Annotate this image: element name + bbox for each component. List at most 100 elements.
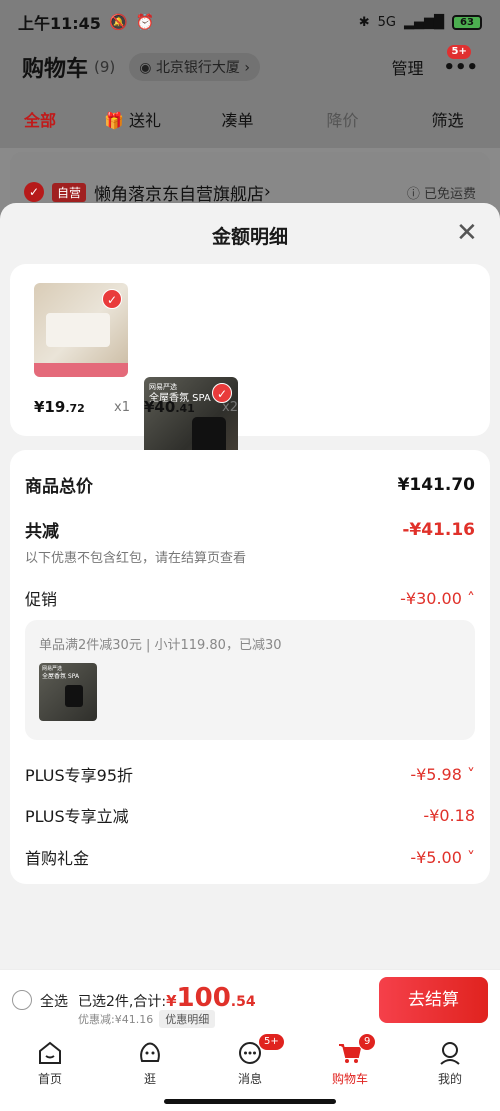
total-label: 商品总价 bbox=[25, 477, 93, 497]
promo-description: 单品满2件减30元 | 小计119.80，已减30 bbox=[39, 638, 282, 653]
discount-note: 以下优惠不包含红包，请在结算页查看 bbox=[25, 551, 247, 566]
mute-icon: 🔕 bbox=[108, 13, 128, 31]
promo-thumb-brand: 网易严选 bbox=[42, 666, 63, 672]
firstbuy-value: -¥5.00 ˅ bbox=[410, 848, 475, 867]
messages-badge: 5+ bbox=[258, 1033, 285, 1051]
discount-value: -¥41.16 bbox=[402, 519, 475, 540]
discount-label: 共减 bbox=[25, 522, 59, 542]
home-icon bbox=[39, 1041, 61, 1064]
self-operated-tag: 自营 bbox=[52, 182, 87, 202]
location-label: 北京银行大厦 bbox=[155, 60, 240, 76]
product-1-box bbox=[46, 313, 110, 347]
tab-messages-label: 消息 bbox=[237, 1072, 262, 1086]
shipping-status: ⓘ 已免运费 bbox=[406, 186, 476, 202]
promo-thumb-title: 全屋香氛 SPA bbox=[42, 673, 80, 680]
promo-detail-box: 单品满2件减30元 | 小计119.80，已减30 网易严选 全屋香氛 SPA bbox=[25, 620, 475, 740]
manage-button[interactable]: 管理 bbox=[391, 55, 423, 79]
chevron-down-icon: ˅ bbox=[461, 764, 475, 784]
discount-text: 优惠减:¥41.16 bbox=[78, 1013, 154, 1026]
filter-gift[interactable]: 🎁 送礼 bbox=[80, 107, 185, 131]
cart-count: (9) bbox=[94, 58, 116, 76]
select-all-label[interactable]: 全选 bbox=[40, 991, 68, 1011]
network-label: 5G bbox=[377, 14, 396, 30]
filter-pricedrop[interactable]: 降价 bbox=[290, 107, 395, 131]
product-2-price: ¥40.41 bbox=[144, 398, 195, 416]
product-2-qty: x2 bbox=[222, 400, 238, 415]
discount-summary: 优惠减:¥41.16 优惠明细 bbox=[78, 1010, 216, 1028]
filter-tabs: 全部 🎁 送礼 凑单 降价 筛选 bbox=[0, 90, 500, 148]
promo-thumb-jar bbox=[65, 685, 83, 707]
close-icon[interactable]: ✕ bbox=[456, 220, 478, 246]
more-badge: 5+ bbox=[447, 44, 471, 59]
selected-count-text: 已选2件,合计: bbox=[78, 994, 167, 1010]
more-button[interactable]: ••• 5+ bbox=[443, 44, 478, 78]
shop-check-icon[interactable]: ✓ bbox=[24, 182, 44, 202]
discount-detail-button[interactable]: 优惠明细 bbox=[159, 1010, 216, 1028]
tab-profile[interactable]: 我的 bbox=[400, 1031, 500, 1111]
total-row: 商品总价 ¥141.70 bbox=[25, 472, 475, 498]
tab-home-label: 首页 bbox=[37, 1072, 62, 1086]
product-2-brand: 网易严选 bbox=[149, 383, 177, 391]
filter-all[interactable]: 全部 bbox=[0, 107, 80, 131]
total-summary: 已选2件,合计: ¥ 100 .54 bbox=[78, 983, 256, 1013]
plus95-amount: -¥5.98 bbox=[410, 764, 462, 784]
firstbuy-amount: -¥5.00 bbox=[410, 847, 462, 867]
product-1-price: ¥19.72 bbox=[34, 398, 85, 416]
product-2-price-int: ¥40 bbox=[144, 398, 176, 416]
plus95-label: PLUS专享95折 bbox=[25, 766, 133, 785]
checkout-button[interactable]: 去结算 bbox=[379, 977, 488, 1023]
product-1-strip bbox=[34, 363, 128, 377]
browse-icon bbox=[140, 1042, 160, 1062]
promo-row[interactable]: 促销 -¥30.00 ˄ bbox=[25, 586, 475, 610]
total-amount-int: 100 bbox=[176, 983, 231, 1013]
alarm-icon: ⏰ bbox=[135, 13, 155, 31]
product-image-1[interactable]: ✓ bbox=[34, 283, 128, 377]
total-value: ¥141.70 bbox=[397, 474, 475, 495]
plusoff-value: -¥0.18 bbox=[423, 805, 475, 825]
chevron-down-icon: ˅ bbox=[461, 847, 475, 867]
product-1-qty: x1 bbox=[114, 400, 130, 415]
tab-home[interactable]: 首页 bbox=[0, 1031, 100, 1111]
tab-browse-label: 逛 bbox=[143, 1072, 156, 1086]
cart-header: 购物车 (9) ◉ 北京银行大厦 › 管理 ••• 5+ bbox=[0, 44, 500, 90]
shop-name[interactable]: 懒角落京东自营旗舰店 bbox=[94, 180, 264, 205]
promo-value: -¥30.00 ˄ bbox=[400, 589, 475, 608]
location-selector[interactable]: ◉ 北京银行大厦 › bbox=[129, 53, 260, 81]
product-1-check-icon[interactable]: ✓ bbox=[102, 289, 122, 309]
filter-screen[interactable]: 筛选 bbox=[395, 107, 500, 131]
firstbuy-row[interactable]: 首购礼金 -¥5.00 ˅ bbox=[25, 845, 475, 869]
promo-product-thumb[interactable]: 网易严选 全屋香氛 SPA bbox=[39, 663, 97, 721]
status-bar: 上午11:45 🔕 ⏰ ✱ 5G ▂▄▆█ 63 bbox=[0, 0, 500, 44]
total-amount-dec: .54 bbox=[230, 994, 256, 1010]
chevron-right-icon: › bbox=[264, 182, 271, 202]
product-1-price-dec: .72 bbox=[65, 402, 85, 415]
cart-badge: 9 bbox=[358, 1033, 377, 1051]
plus95-row[interactable]: PLUS专享95折 -¥5.98 ˅ bbox=[25, 762, 475, 786]
filter-gift-label: 送礼 bbox=[129, 111, 162, 130]
status-time: 上午11:45 bbox=[18, 14, 101, 33]
select-all-radio[interactable] bbox=[12, 990, 32, 1010]
plus95-value: -¥5.98 ˅ bbox=[410, 765, 475, 784]
firstbuy-label: 首购礼金 bbox=[25, 849, 90, 868]
tab-profile-label: 我的 bbox=[437, 1072, 462, 1086]
plusoff-row: PLUS专享立减 -¥0.18 bbox=[25, 803, 475, 827]
product-1-price-int: ¥19 bbox=[34, 398, 66, 416]
page-title: 购物车 bbox=[22, 57, 89, 82]
currency-symbol: ¥ bbox=[166, 992, 177, 1010]
promo-label: 促销 bbox=[25, 590, 58, 609]
sheet-title: 金额明细 bbox=[211, 226, 288, 248]
discount-row: 共减 -¥41.16 bbox=[25, 517, 475, 543]
gift-icon: 🎁 bbox=[103, 111, 129, 130]
eye-icon: ◉ bbox=[139, 60, 156, 76]
battery-icon: 63 bbox=[452, 14, 482, 30]
profile-icon bbox=[440, 1042, 460, 1065]
tab-cart-label: 购物车 bbox=[331, 1072, 368, 1086]
home-indicator[interactable] bbox=[164, 1099, 336, 1104]
filter-bundle[interactable]: 凑单 bbox=[185, 107, 290, 131]
promo-amount: -¥30.00 bbox=[400, 588, 462, 608]
plusoff-label: PLUS专享立减 bbox=[25, 807, 129, 826]
chevron-up-icon: ˄ bbox=[461, 588, 475, 608]
signal-icon: ▂▄▆█ bbox=[404, 14, 444, 30]
shipping-label: 已免运费 bbox=[423, 186, 476, 202]
bluetooth-icon: ✱ bbox=[358, 14, 370, 30]
